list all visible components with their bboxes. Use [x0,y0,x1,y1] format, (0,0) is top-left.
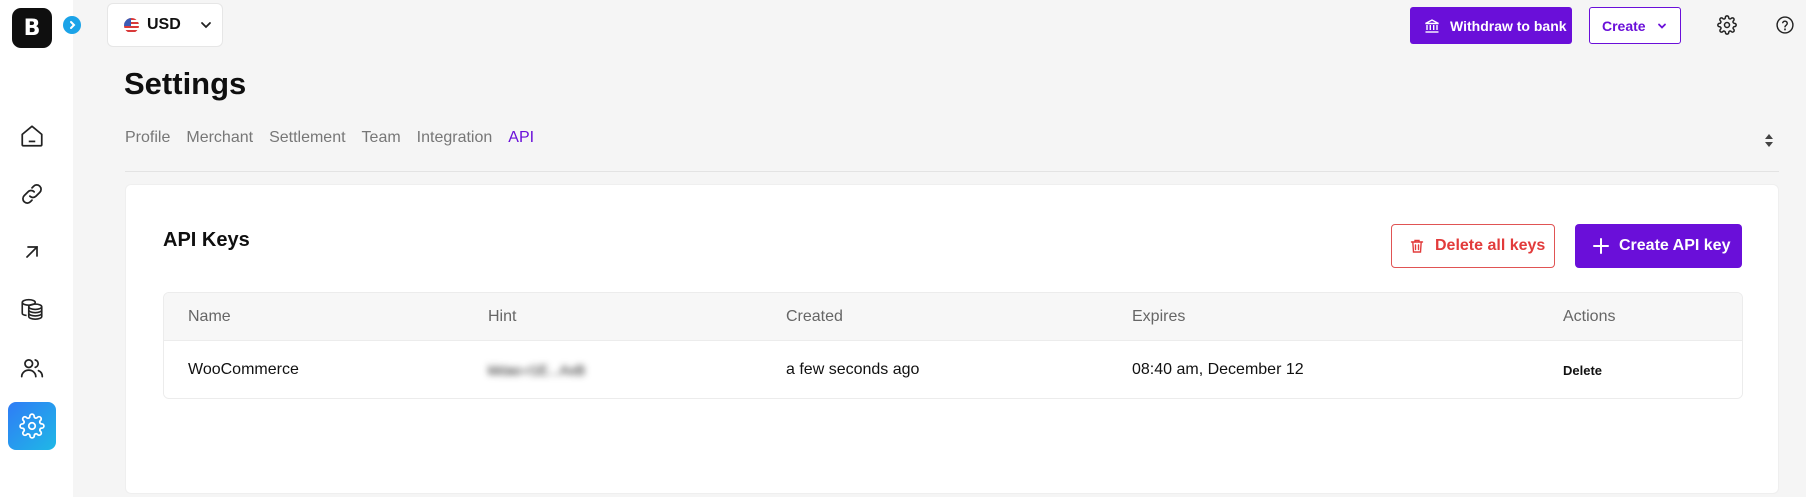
create-api-key-label: Create API key [1619,237,1731,254]
tab-team[interactable]: Team [362,129,401,147]
plus-icon [1593,238,1609,254]
column-header-name: Name [188,307,231,325]
sidebar-item-team[interactable] [8,344,56,392]
tabs-scroll-control[interactable] [1763,127,1775,153]
sidebar: B [0,0,73,497]
settings-icon [19,413,45,439]
column-header-hint: Hint [488,307,517,325]
key-name: WooCommerce [188,361,299,378]
logo[interactable]: B [12,8,52,48]
create-button[interactable]: Create [1589,7,1681,44]
sidebar-expand-button[interactable] [63,16,81,34]
help-icon [1776,16,1794,34]
sidebar-item-settings[interactable] [8,402,56,450]
logo-letter: B [23,15,41,41]
api-keys-card: API Keys Delete all keys Create API key … [125,184,1779,494]
currency-code: USD [147,16,181,33]
settings-tabs: Profile Merchant Settlement Team Integra… [125,129,534,147]
column-header-actions: Actions [1563,307,1616,325]
create-api-key-button[interactable]: Create API key [1575,224,1742,268]
sidebar-item-home[interactable] [8,112,56,160]
home-icon [21,125,43,147]
table-header: Name Hint Created Expires Actions [164,293,1742,341]
chevron-right-icon [70,21,76,29]
trash-icon [1410,239,1424,253]
help-button[interactable] [1774,14,1796,36]
api-keys-table: Name Hint Created Expires Actions WooCom… [163,292,1743,399]
tab-api[interactable]: API [508,129,534,147]
withdraw-label: Withdraw to bank [1450,17,1567,34]
table-row: WooCommerce kktao-r1E...AxB a few second… [164,341,1742,398]
key-expires: 08:40 am, December 12 [1132,361,1304,378]
column-header-expires: Expires [1132,307,1186,325]
sidebar-item-balances[interactable] [8,286,56,334]
tab-settlement[interactable]: Settlement [269,129,345,147]
caret-up-icon [1765,133,1773,139]
sidebar-item-send[interactable] [8,228,56,276]
page-title: Settings [124,66,247,101]
column-header-created: Created [786,307,843,325]
tab-profile[interactable]: Profile [125,129,170,147]
us-flag-icon [124,17,139,33]
tab-merchant[interactable]: Merchant [186,129,253,147]
bank-icon [1425,18,1439,33]
coins-icon [21,298,43,321]
tab-integration[interactable]: Integration [417,129,493,147]
currency-selector[interactable]: USD [107,3,223,47]
tabs-divider [125,171,1779,172]
delete-all-keys-label: Delete all keys [1435,237,1546,254]
delete-key-link[interactable]: Delete [1563,341,1602,398]
withdraw-to-bank-button[interactable]: Withdraw to bank [1410,7,1572,44]
create-label: Create [1602,17,1646,34]
chevron-down-icon [1657,23,1666,29]
delete-all-keys-button[interactable]: Delete all keys [1391,224,1555,268]
chevron-down-icon [200,22,211,29]
key-created: a few seconds ago [786,361,920,378]
sidebar-item-links[interactable] [8,170,56,218]
top-settings-button[interactable] [1716,14,1738,36]
users-icon [20,359,44,378]
arrow-up-right-icon [26,246,38,258]
api-keys-title: API Keys [163,229,250,251]
link-icon [22,184,42,204]
gear-icon [1717,15,1737,35]
key-hint: kktao-r1E...AxB [488,362,586,378]
caret-down-icon [1765,141,1773,147]
